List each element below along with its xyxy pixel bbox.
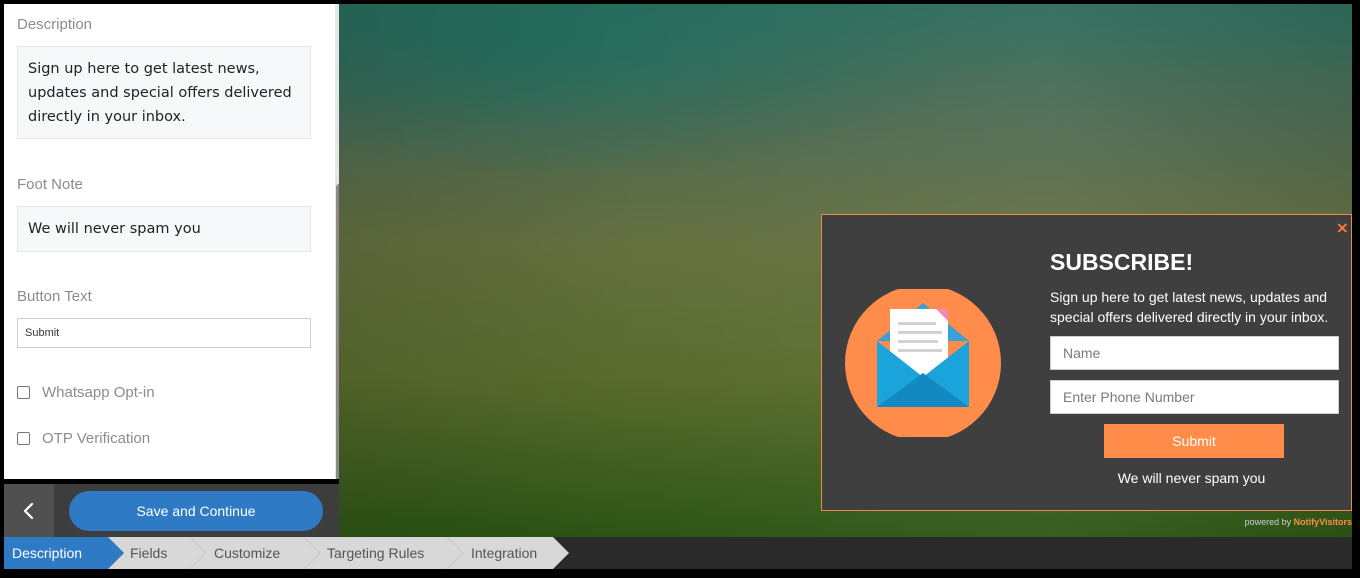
envelope-icon — [845, 289, 1001, 437]
otp-verification-row[interactable]: OTP Verification — [17, 430, 150, 447]
save-and-continue-button[interactable]: Save and Continue — [69, 491, 323, 531]
popup-footnote: We will never spam you — [1117, 470, 1266, 486]
back-button[interactable] — [4, 484, 54, 537]
step-targeting-rules[interactable]: Targeting Rules — [304, 537, 463, 569]
editor-panel: Description Sign up here to get latest n… — [4, 4, 339, 479]
popup-description: Sign up here to get latest news, updates… — [1050, 289, 1329, 325]
subscribe-popup: × SUBSCRIBE! Sign up here to get latest … — [821, 214, 1352, 511]
step-integration-label: Integration — [471, 545, 538, 561]
step-integration[interactable]: Integration — [447, 537, 569, 569]
whatsapp-optin-checkbox[interactable] — [17, 386, 30, 399]
powered-by-brand[interactable]: NotifyVisitors — [1294, 517, 1352, 527]
whatsapp-optin-label: Whatsapp Opt-in — [42, 384, 155, 401]
step-navigation: Description Fields Customize Targeting R… — [4, 537, 1352, 569]
powered-by-prefix: powered by — [1244, 517, 1292, 527]
button-text-label: Button Text — [17, 288, 92, 305]
chevron-left-icon — [23, 502, 34, 519]
footnote-textarea[interactable]: We will never spam you — [17, 206, 311, 252]
step-description[interactable]: Description — [4, 537, 124, 569]
step-customize-label: Customize — [214, 545, 281, 561]
phone-input[interactable]: Enter Phone Number — [1050, 380, 1339, 414]
description-label: Description — [17, 16, 93, 33]
step-fields-label: Fields — [130, 545, 168, 561]
name-input[interactable]: Name — [1050, 336, 1339, 370]
step-description-label: Description — [12, 545, 83, 561]
description-textarea[interactable]: Sign up here to get latest news, updates… — [17, 46, 311, 139]
popup-submit-button[interactable]: Submit — [1104, 424, 1284, 458]
powered-by: powered by NotifyVisitors — [1245, 517, 1352, 527]
step-targeting-rules-label: Targeting Rules — [327, 545, 425, 561]
popup-title: SUBSCRIBE! — [1050, 249, 1194, 275]
otp-verification-label: OTP Verification — [42, 430, 151, 447]
footnote-label: Foot Note — [17, 176, 83, 193]
editor-action-bar: Save and Continue — [4, 484, 339, 537]
whatsapp-optin-row[interactable]: Whatsapp Opt-in — [17, 384, 155, 401]
close-icon[interactable]: × — [1336, 218, 1349, 237]
otp-verification-checkbox[interactable] — [17, 432, 30, 445]
button-text-input[interactable]: Submit — [17, 318, 311, 348]
step-customize[interactable]: Customize — [190, 537, 320, 569]
